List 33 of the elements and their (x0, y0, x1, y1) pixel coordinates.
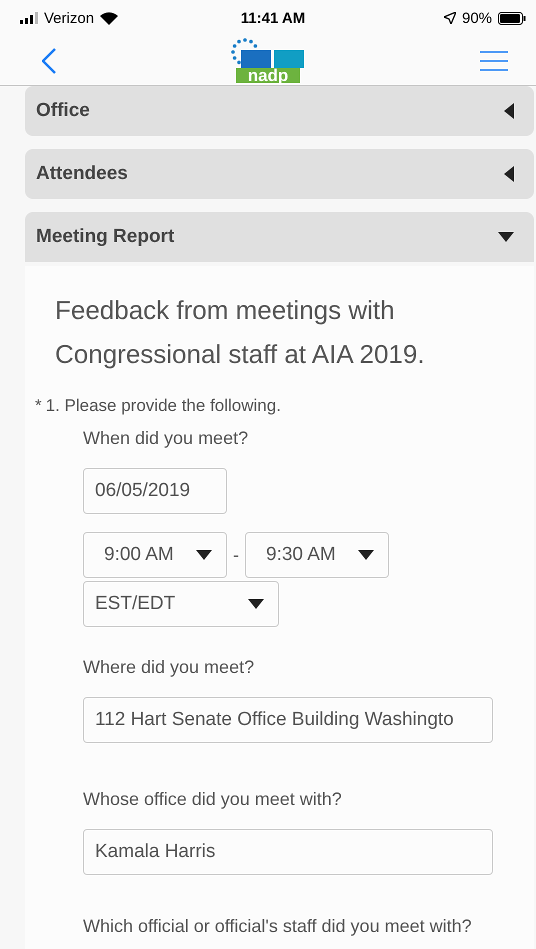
menu-icon[interactable] (480, 50, 508, 70)
signal-icon (20, 12, 38, 24)
start-time-select[interactable]: 9:00 AM (83, 532, 227, 578)
field-label: Which official or official's staff did you meet with? (83, 915, 473, 938)
date-field[interactable]: 06/05/2019 (83, 468, 227, 514)
section-header[interactable]: Attendees (25, 149, 534, 199)
carrier-name: Verizon (44, 10, 94, 26)
field-label: When did you meet? (83, 427, 250, 450)
caret-down-icon (498, 232, 514, 242)
caret-down-icon (196, 550, 212, 560)
battery-icon (498, 12, 526, 24)
text-field[interactable]: 112 Hart Senate Office Building Washingto (83, 697, 493, 743)
section-header[interactable]: Meeting Report (25, 212, 534, 262)
back-icon[interactable] (42, 48, 56, 74)
caret-down-icon (248, 599, 264, 609)
field-label: Where did you meet? (83, 656, 256, 679)
location-arrow-icon (444, 12, 456, 24)
caret-down-icon (358, 550, 374, 560)
question-label: 1. Please provide the following. (46, 396, 281, 416)
timezone-select[interactable]: EST/EDT (83, 581, 279, 627)
end-time-select[interactable]: 9:30 AM (245, 532, 389, 578)
report-heading: Feedback from meetings with Congressional staff at AIA 2019. (55, 294, 426, 371)
clock-time: 11:41 AM (240, 10, 306, 26)
field-label: Whose office did you meet with? (83, 788, 343, 811)
battery-percent: 90% (462, 10, 492, 26)
section-header[interactable]: Office (25, 86, 534, 136)
wifi-icon (100, 12, 118, 24)
caret-left-icon (504, 166, 514, 182)
range-dash: - (233, 544, 239, 566)
nadp-logo: nadp (229, 38, 307, 83)
required-mark: * (35, 396, 42, 416)
text-field[interactable]: Kamala Harris (83, 829, 493, 875)
caret-left-icon (504, 103, 514, 119)
